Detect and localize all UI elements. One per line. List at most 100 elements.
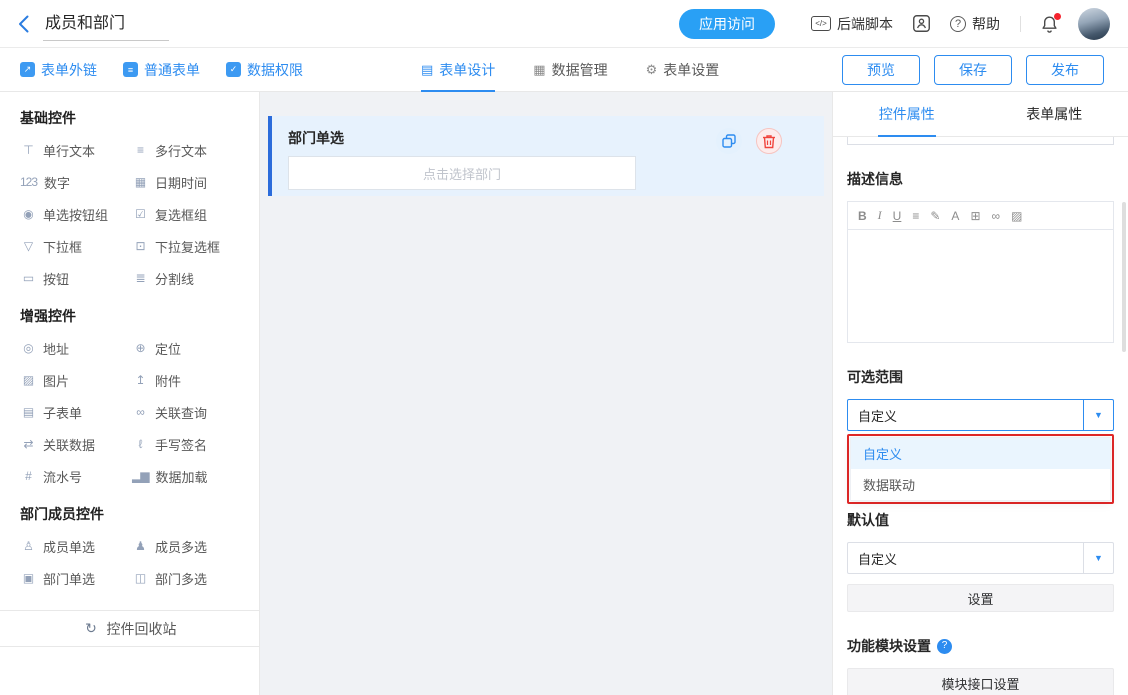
control-item[interactable]: ≣ 分割线 xyxy=(132,262,239,294)
control-item[interactable]: ◉ 单选按钮组 xyxy=(20,198,132,230)
module-api-button[interactable]: 模块接口设置 xyxy=(847,668,1114,695)
tab-label: 表单设置 xyxy=(663,60,719,80)
control-item[interactable]: ◫ 部门多选 xyxy=(132,562,239,594)
divider-control-icon: ≣ xyxy=(132,271,148,285)
form-field-card[interactable]: 部门单选 点击选择部门 xyxy=(268,116,824,196)
italic-icon[interactable]: I xyxy=(878,208,882,223)
control-label: 部门单选 xyxy=(43,569,95,588)
dropdown-option-custom[interactable]: 自定义 xyxy=(851,438,1110,469)
backend-script-button[interactable]: </> 后端脚本 xyxy=(811,14,893,34)
module-settings-row: 功能模块设置 ? xyxy=(847,636,1114,656)
publish-button[interactable]: 发布 xyxy=(1026,55,1104,85)
control-item[interactable]: ⊡ 下拉复选框 xyxy=(132,230,239,262)
control-label: 手写签名 xyxy=(155,435,207,454)
form-canvas: 部门单选 点击选择部门 xyxy=(260,92,832,695)
control-label: 单选按钮组 xyxy=(43,205,108,224)
panel-scrollbar[interactable] xyxy=(1122,202,1126,352)
header-left: 成员和部门 xyxy=(18,7,169,41)
control-item[interactable]: # 流水号 xyxy=(20,460,132,492)
tab-control-properties[interactable]: 控件属性 xyxy=(833,92,981,136)
font-color-icon[interactable]: A xyxy=(951,209,959,223)
link-icon[interactable]: ∞ xyxy=(992,209,1001,223)
control-label: 地址 xyxy=(43,339,69,358)
notification-bell-icon[interactable] xyxy=(1041,15,1058,33)
chevron-down-icon[interactable]: ▼ xyxy=(1083,400,1113,430)
attachment-icon: ↥ xyxy=(132,373,148,387)
dropdown-option-data-linkage[interactable]: 数据联动 xyxy=(851,469,1110,500)
control-item[interactable]: ⊕ 定位 xyxy=(132,332,239,364)
optional-range-value: 自定义 xyxy=(848,400,1083,430)
sidebar-section-basic: 基础控件 ⊤ 单行文本 ≡ 多行文本 xyxy=(20,106,239,294)
delete-field-button[interactable] xyxy=(756,128,782,154)
control-item[interactable]: ▽ 下拉框 xyxy=(20,230,132,262)
control-item[interactable]: ▤ 子表单 xyxy=(20,396,132,428)
insert-image-icon[interactable]: ▨ xyxy=(1011,209,1022,223)
scrolled-input-bottom[interactable] xyxy=(847,137,1114,145)
control-item[interactable]: ◎ 地址 xyxy=(20,332,132,364)
app-access-button[interactable]: 应用访问 xyxy=(679,9,775,39)
code-icon: </> xyxy=(811,16,831,31)
number-icon: 123 xyxy=(20,175,37,189)
notification-dot xyxy=(1054,13,1061,20)
bold-icon[interactable]: B xyxy=(858,209,867,223)
set-button[interactable]: 设置 xyxy=(847,584,1114,612)
radio-group-icon: ◉ xyxy=(20,207,36,221)
section-title: 部门成员控件 xyxy=(20,504,239,524)
align-icon[interactable]: ≡ xyxy=(912,209,919,223)
chevron-down-icon[interactable]: ▼ xyxy=(1083,543,1113,573)
header: 成员和部门 应用访问 </> 后端脚本 ? 帮助 xyxy=(0,0,1128,48)
underline-icon[interactable]: U xyxy=(893,209,902,223)
location-icon: ⊕ xyxy=(132,341,148,355)
module-help-icon[interactable]: ? xyxy=(937,639,952,654)
page-body: 基础控件 ⊤ 单行文本 ≡ 多行文本 xyxy=(0,92,1128,695)
default-value-select[interactable]: 自定义 ▼ xyxy=(847,542,1114,574)
optional-range-select[interactable]: 自定义 ▼ xyxy=(847,399,1114,431)
form-mode-tab[interactable]: ✓ 数据权限 xyxy=(226,60,303,80)
control-item[interactable]: ⊤ 单行文本 xyxy=(20,134,132,166)
members-icon[interactable] xyxy=(913,15,930,32)
control-item[interactable]: ≡ 多行文本 xyxy=(132,134,239,166)
page-title[interactable]: 成员和部门 xyxy=(43,7,169,41)
recycle-bin-button[interactable]: ↻ 控件回收站 xyxy=(0,610,259,647)
control-item[interactable]: ♟ 成员多选 xyxy=(132,530,239,562)
control-item[interactable]: ▭ 按钮 xyxy=(20,262,132,294)
tab-form-design[interactable]: ▤ 表单设计 xyxy=(421,48,495,92)
control-item[interactable]: ♙ 成员单选 xyxy=(20,530,132,562)
copy-field-button[interactable] xyxy=(716,128,742,154)
control-item[interactable]: ☑ 复选框组 xyxy=(132,198,239,230)
control-item[interactable]: ▣ 部门单选 xyxy=(20,562,132,594)
help-button[interactable]: ? 帮助 xyxy=(950,14,1000,34)
recycle-icon: ↻ xyxy=(83,620,99,637)
control-label: 数据加载 xyxy=(155,467,207,486)
control-item[interactable]: ℓ 手写签名 xyxy=(132,428,239,460)
control-item[interactable]: ▂▆ 数据加载 xyxy=(132,460,239,492)
back-button[interactable] xyxy=(18,15,29,33)
user-avatar[interactable] xyxy=(1078,8,1110,40)
image-control-icon: ▨ xyxy=(20,373,36,387)
preview-button[interactable]: 预览 xyxy=(842,55,920,85)
department-select-input[interactable]: 点击选择部门 xyxy=(288,156,636,190)
control-item[interactable]: ↥ 附件 xyxy=(132,364,239,396)
control-item[interactable]: ▨ 图片 xyxy=(20,364,132,396)
form-mode-tab-label: 数据权限 xyxy=(247,60,303,80)
form-mode-tab[interactable]: ≡ 普通表单 xyxy=(123,60,200,80)
tab-form-properties[interactable]: 表单属性 xyxy=(981,92,1128,136)
checkbox-group-icon: ☑ xyxy=(132,207,148,221)
richtext-content[interactable] xyxy=(848,230,1113,342)
controls-sidebar: 基础控件 ⊤ 单行文本 ≡ 多行文本 xyxy=(0,92,260,695)
tab-data-management[interactable]: ▦ 数据管理 xyxy=(533,48,607,92)
optional-range-dropdown: 自定义 数据联动 xyxy=(850,437,1111,501)
subform-icon: ▤ xyxy=(20,405,36,419)
block-icon[interactable]: ⊞ xyxy=(970,209,980,223)
control-item[interactable]: ▦ 日期时间 xyxy=(132,166,239,198)
save-button[interactable]: 保存 xyxy=(934,55,1012,85)
form-mode-tab[interactable]: ↗ 表单外链 xyxy=(20,60,97,80)
control-item[interactable]: ∞ 关联查询 xyxy=(132,396,239,428)
control-item[interactable]: 123 数字 xyxy=(20,166,132,198)
form-settings-icon: ⚙ xyxy=(646,62,658,78)
control-item[interactable]: ⇄ 关联数据 xyxy=(20,428,132,460)
tab-form-settings[interactable]: ⚙ 表单设置 xyxy=(646,48,720,92)
edit-pencil-icon[interactable]: ✎ xyxy=(930,209,940,223)
control-label: 复选框组 xyxy=(155,205,207,224)
form-mode-tab-label: 表单外链 xyxy=(41,60,97,80)
